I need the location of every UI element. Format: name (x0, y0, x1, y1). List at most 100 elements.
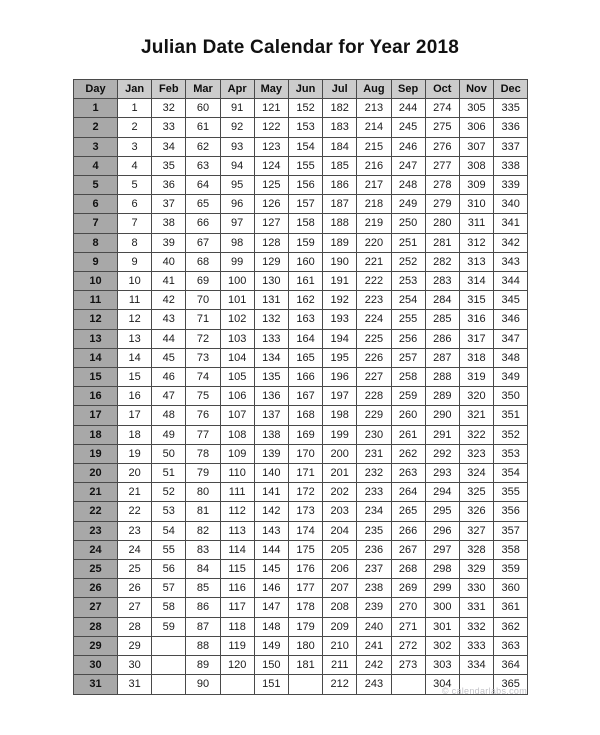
julian-day-cell: 73 (185, 347, 221, 369)
julian-day-cell: 69 (185, 271, 221, 292)
julian-day-cell: 143 (253, 520, 289, 541)
julian-day-cell: 332 (458, 616, 495, 637)
julian-day-cell: 325 (458, 482, 495, 503)
julian-day-cell: 24 (116, 539, 153, 561)
table-body: 1 1 32 60 91 121 152 182 213 244 274 305 335 2 2 33 61 92… (73, 98, 529, 695)
julian-day-cell: 115 (219, 559, 255, 580)
julian-day-cell: 11 (116, 290, 153, 311)
column-header-apr: Apr (219, 78, 255, 100)
julian-day-cell: 7 (116, 213, 153, 234)
julian-day-cell: 17 (116, 405, 153, 426)
julian-day-cell: 288 (424, 367, 460, 388)
julian-day-cell: 86 (185, 597, 221, 618)
julian-day-cell: 167 (287, 386, 324, 407)
julian-day-cell: 108 (219, 424, 255, 445)
julian-day-cell: 171 (287, 463, 324, 484)
julian-day-cell: 63 (185, 155, 221, 177)
julian-day-cell: 206 (322, 559, 358, 580)
julian-day-cell: 317 (458, 328, 495, 349)
julian-day-cell: 92 (219, 117, 255, 138)
julian-day-cell: 185 (322, 155, 358, 177)
column-header-may: May (253, 78, 289, 100)
julian-day-cell: 186 (322, 175, 358, 196)
julian-day-cell: 159 (287, 232, 324, 253)
julian-day-cell: 105 (219, 367, 255, 388)
julian-day-cell: 208 (322, 597, 358, 618)
julian-day-cell: 173 (287, 501, 324, 522)
julian-day-cell: 312 (458, 232, 495, 253)
julian-day-cell: 260 (390, 405, 426, 426)
julian-day-cell: 56 (151, 559, 187, 580)
julian-day-cell: 324 (458, 463, 495, 484)
day-number-cell: 4 (73, 155, 118, 177)
julian-day-cell: 26 (116, 578, 153, 599)
julian-day-cell: 217 (356, 175, 392, 196)
julian-day-cell: 49 (151, 424, 187, 445)
julian-day-cell: 253 (390, 271, 426, 292)
day-number-cell: 13 (73, 328, 118, 349)
julian-day-cell: 80 (185, 482, 221, 503)
julian-day-cell: 245 (390, 117, 426, 138)
julian-day-cell: 196 (322, 367, 358, 388)
table-row: 25 25 56 84 115 145 176 206 237 268 298 329 359 (73, 559, 529, 580)
julian-day-cell: 223 (356, 290, 392, 311)
julian-day-cell: 254 (390, 290, 426, 311)
julian-day-cell: 1 (116, 98, 153, 119)
column-header-jul: Jul (322, 78, 358, 100)
julian-day-cell: 9 (116, 251, 153, 273)
julian-day-cell: 67 (185, 232, 221, 253)
julian-day-cell: 320 (458, 386, 495, 407)
julian-day-cell: 128 (253, 232, 289, 253)
julian-day-cell: 44 (151, 328, 187, 349)
julian-day-cell: 265 (390, 501, 426, 522)
julian-day-cell: 193 (322, 309, 358, 330)
table-row: 1 1 32 60 91 121 152 182 213 244 274 305 335 (73, 98, 529, 119)
julian-day-cell: 308 (458, 155, 495, 177)
julian-day-cell: 162 (287, 290, 324, 311)
day-number-cell: 3 (73, 136, 118, 157)
julian-day-cell: 110 (219, 463, 255, 484)
julian-day-cell: 183 (322, 117, 358, 138)
julian-day-cell: 10 (116, 271, 153, 292)
julian-day-cell: 275 (424, 117, 460, 138)
julian-day-cell: 295 (424, 501, 460, 522)
page-title: Julian Date Calendar for Year 2018 (141, 37, 459, 58)
julian-day-cell: 77 (185, 424, 221, 445)
julian-day-cell: 240 (356, 616, 392, 637)
column-header-dec: Dec (493, 78, 529, 100)
day-number-cell: 15 (73, 367, 118, 388)
julian-day-cell: 47 (151, 386, 187, 407)
julian-day-cell: 274 (424, 98, 460, 119)
julian-day-cell: 342 (493, 232, 529, 253)
julian-day-cell: 97 (219, 213, 255, 234)
day-number-cell: 18 (73, 424, 118, 445)
julian-day-cell: 236 (356, 539, 392, 561)
julian-day-cell: 131 (253, 290, 289, 311)
julian-day-cell: 70 (185, 290, 221, 311)
julian-day-cell: 352 (493, 424, 529, 445)
julian-day-cell: 292 (424, 443, 460, 465)
julian-day-cell: 179 (287, 616, 324, 637)
julian-day-cell: 48 (151, 405, 187, 426)
julian-day-cell: 76 (185, 405, 221, 426)
day-number-cell: 10 (73, 271, 118, 292)
julian-day-cell: 303 (424, 655, 460, 676)
julian-day-cell: 29 (116, 635, 153, 657)
julian-day-cell: 33 (151, 117, 187, 138)
table-row: 18 18 49 77 108 138 169 199 230 261 291 322 352 (73, 424, 529, 445)
julian-day-cell: 213 (356, 98, 392, 119)
julian-day-cell: 145 (253, 559, 289, 580)
julian-day-cell: 123 (253, 136, 289, 157)
julian-day-cell: 118 (219, 616, 255, 637)
julian-day-cell: 338 (493, 155, 529, 177)
julian-day-cell: 83 (185, 539, 221, 561)
julian-day-cell: 293 (424, 463, 460, 484)
table-row: 4 4 35 63 94 124 155 185 216 247 277 308 338 (73, 155, 529, 177)
julian-day-cell: 134 (253, 347, 289, 369)
julian-day-cell: 319 (458, 367, 495, 388)
julian-day-cell: 250 (390, 213, 426, 234)
julian-day-cell: 339 (493, 175, 529, 196)
julian-day-cell: 81 (185, 501, 221, 522)
julian-day-cell: 202 (322, 482, 358, 503)
julian-day-cell: 93 (219, 136, 255, 157)
